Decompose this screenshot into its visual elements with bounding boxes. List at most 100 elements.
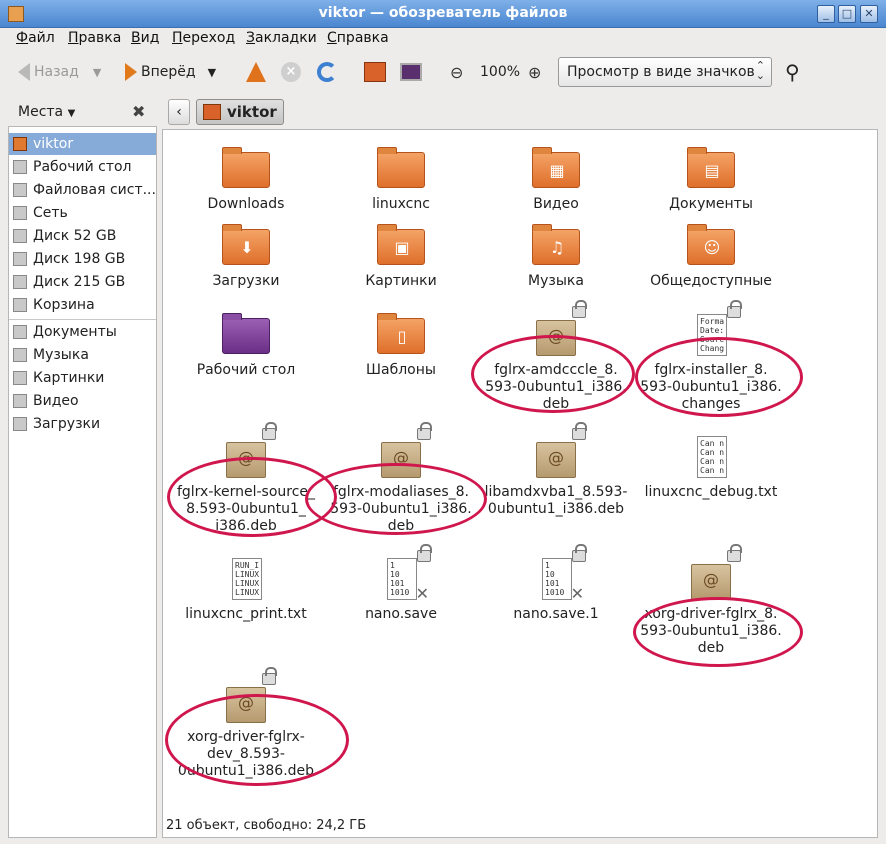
path-current-button[interactable]: viktor	[196, 99, 284, 125]
sidebar-item-filesystem[interactable]: Файловая сист...	[9, 179, 156, 201]
sidebar-divider	[9, 319, 156, 320]
home-folder-icon	[13, 137, 27, 151]
view-mode-select[interactable]: Просмотр в виде значков ⌃ ⌄	[558, 57, 772, 87]
file-item[interactable]: libamdxvba1_8.593- 0ubuntu1_i386.deb	[481, 422, 631, 518]
sidebar-item-label: Сеть	[33, 205, 68, 221]
places-dropdown[interactable]: Места ▼	[18, 104, 75, 120]
folder-public-icon: ☺	[687, 224, 735, 267]
sidebar-item-disk-52[interactable]: Диск 52 GB	[9, 225, 156, 247]
chevron-down-icon[interactable]: ▼	[93, 66, 101, 79]
path-back-button[interactable]: ‹	[168, 99, 190, 125]
file-item[interactable]: xorg-driver-fglrx- dev_8.593- 0ubuntu1_i…	[171, 667, 321, 780]
drive-icon	[13, 252, 27, 266]
lock-icon	[727, 300, 742, 318]
file-name: Загрузки	[212, 273, 280, 289]
file-item[interactable]: Рабочий стол	[171, 313, 321, 379]
zoom-out-button[interactable]: ⊖	[450, 58, 463, 86]
stop-icon: ×	[281, 62, 301, 82]
file-name: Рабочий стол	[196, 362, 296, 378]
sidebar-item-label: Рабочий стол	[33, 159, 132, 175]
spin-arrows-icon: ⌃ ⌄	[755, 59, 765, 82]
places-title: Места	[18, 104, 64, 120]
menu-view[interactable]: Вид	[131, 30, 159, 46]
sidebar-item-trash[interactable]: Корзина	[9, 294, 156, 316]
folder-music-icon: ♫	[532, 224, 580, 267]
maximize-button[interactable]: □	[838, 5, 856, 23]
menu-go[interactable]: Переход	[172, 30, 235, 46]
file-name: Музыка	[528, 273, 584, 289]
file-name: fglrx-installer_8. 593-0ubuntu1_i386. ch…	[640, 362, 782, 412]
window-title: viktor — обозреватель файлов	[318, 5, 568, 21]
home-icon	[364, 62, 386, 82]
file-item[interactable]: linuxcnc	[326, 147, 476, 213]
file-name: xorg-driver-fglrx- dev_8.593- 0ubuntu1_i…	[177, 729, 315, 779]
trash-icon	[13, 298, 27, 312]
file-item[interactable]: fglrx-amdcccle_8. 593-0ubuntu1_i386. deb	[481, 300, 631, 413]
sidebar-item-documents[interactable]: Документы	[9, 321, 156, 343]
file-name: linuxcnc_debug.txt	[644, 484, 778, 500]
forward-button[interactable]: Вперёд ▼	[125, 58, 216, 86]
zoom-in-button[interactable]: ⊕	[528, 58, 541, 86]
computer-icon	[400, 63, 422, 81]
sidebar-item-downloads[interactable]: Загрузки	[9, 413, 156, 435]
text-file-icon: Can n Can n Can n Can n	[687, 436, 735, 478]
computer-button[interactable]	[400, 58, 422, 86]
home-button[interactable]	[364, 58, 386, 86]
folder-icon	[377, 147, 425, 190]
binary-file-icon: 1 10 101 1010 ✕	[377, 544, 432, 602]
file-item[interactable]: ♫ Музыка	[481, 224, 631, 290]
home-folder-icon	[203, 104, 221, 120]
stop-button[interactable]: ×	[281, 58, 301, 86]
file-item[interactable]: Downloads	[171, 147, 321, 213]
file-item[interactable]: 1 10 101 1010 ✕ nano.save.1	[481, 544, 631, 623]
up-button[interactable]	[246, 58, 266, 86]
back-button[interactable]: Назад ▼	[18, 58, 101, 86]
sidebar-item-pictures[interactable]: Картинки	[9, 367, 156, 389]
documents-folder-icon	[13, 325, 27, 339]
minimize-button[interactable]: _	[817, 5, 835, 23]
debian-package-icon	[532, 300, 587, 356]
reload-button[interactable]	[317, 58, 337, 86]
sidebar-item-network[interactable]: Сеть	[9, 202, 156, 224]
sidebar-item-viktor[interactable]: viktor	[9, 133, 156, 155]
file-item[interactable]: Can n Can n Can n Can n linuxcnc_debug.tx…	[636, 436, 786, 501]
close-sidebar-icon[interactable]: ✖	[132, 102, 145, 121]
file-item[interactable]: fglrx-modaliases_8. 593-0ubuntu1_i386. d…	[326, 422, 476, 535]
reload-icon	[317, 62, 337, 82]
file-item[interactable]: ☺ Общедоступные	[636, 224, 786, 290]
close-button[interactable]: ✕	[860, 5, 878, 23]
text-file-icon: Forma Date: Sourc Chang	[687, 300, 742, 356]
file-item[interactable]: RUN_I LINUX LINUX LINUX linuxcnc_print.tx…	[171, 558, 321, 623]
chevron-left-icon: ‹	[176, 104, 182, 120]
sidebar-item-disk-215[interactable]: Диск 215 GB	[9, 271, 156, 293]
file-item[interactable]: fglrx-kernel-source_ 8.593-0ubuntu1_ i38…	[171, 422, 321, 535]
file-item[interactable]: 1 10 101 1010 ✕ nano.save	[326, 544, 476, 623]
file-name: Картинки	[365, 273, 437, 289]
file-item[interactable]: ▯ Шаблоны	[326, 313, 476, 379]
file-item[interactable]: ▤ Документы	[636, 147, 786, 213]
zoom-level[interactable]: 100%	[480, 58, 520, 86]
menu-file[interactable]: Файл	[16, 30, 55, 46]
file-name: nano.save.1	[513, 606, 599, 622]
file-item[interactable]: xorg-driver-fglrx_8. 593-0ubuntu1_i386. …	[636, 544, 786, 657]
search-button[interactable]: ⚲	[785, 58, 800, 86]
file-name: fglrx-amdcccle_8. 593-0ubuntu1_i386. deb	[485, 362, 627, 412]
sidebar-item-disk-198[interactable]: Диск 198 GB	[9, 248, 156, 270]
chevron-down-icon: ▼	[67, 108, 76, 119]
drive-icon	[13, 183, 27, 197]
forward-label: Вперёд	[141, 64, 196, 80]
video-folder-icon	[13, 394, 27, 408]
file-item[interactable]: ⬇ Загрузки	[171, 224, 321, 290]
sidebar-item-videos[interactable]: Видео	[9, 390, 156, 412]
file-item[interactable]: ▣ Картинки	[326, 224, 476, 290]
menu-edit[interactable]: Правка	[68, 30, 121, 46]
file-item[interactable]: Forma Date: Sourc Chang fglrx-installer_8…	[636, 300, 786, 413]
chevron-down-icon[interactable]: ▼	[208, 66, 216, 79]
menu-bookmarks[interactable]: Закладки	[246, 30, 317, 46]
sidebar-item-desktop[interactable]: Рабочий стол	[9, 156, 156, 178]
file-item[interactable]: ▦ Видео	[481, 147, 631, 213]
title-bar[interactable]: viktor — обозреватель файлов _ □ ✕	[0, 0, 886, 28]
lock-icon	[262, 422, 277, 440]
menu-help[interactable]: Справка	[327, 30, 389, 46]
sidebar-item-music[interactable]: Музыка	[9, 344, 156, 366]
